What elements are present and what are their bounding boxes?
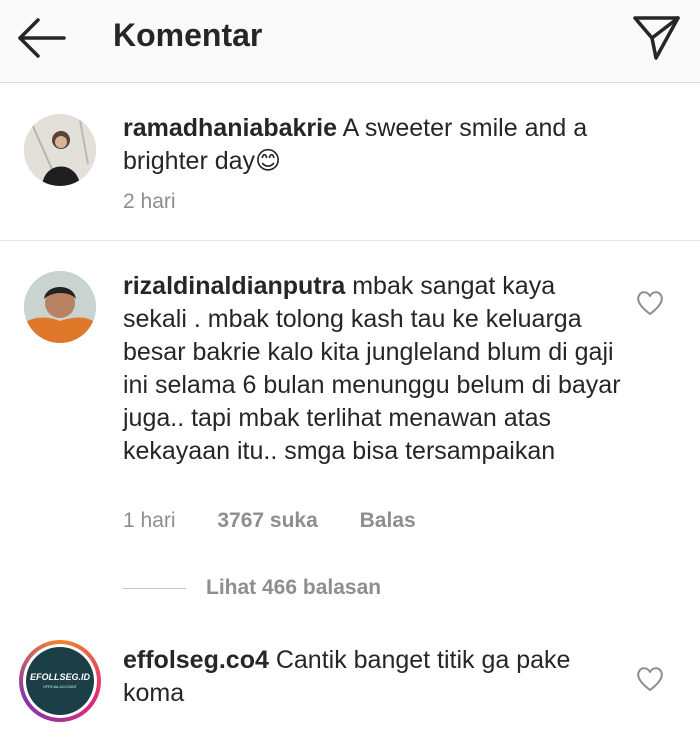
avatar-logo-subtext: OFFICIAL ACCOUNT [43, 685, 77, 689]
like-button[interactable] [636, 290, 664, 316]
heart-icon [637, 667, 663, 691]
share-button[interactable] [630, 12, 682, 62]
comment-body: mbak sangat kaya sekali . mbak tolong ka… [123, 272, 621, 465]
comment-meta: 1 hari 3767 suka Balas [123, 509, 452, 533]
comment-text: rizaldinaldianputra mbak sangat kaya sek… [123, 270, 623, 468]
avatar-photo [24, 271, 96, 343]
caption-meta: 2 hari [123, 190, 212, 214]
username[interactable]: rizaldinaldianputra [123, 272, 345, 300]
username[interactable]: effolseg.co4 [123, 646, 269, 674]
replies-line [122, 588, 186, 589]
avatar-logo-text: EFOLLSEG.ID [29, 672, 90, 682]
view-replies-link[interactable]: Lihat 466 balasan [206, 576, 381, 600]
avatar[interactable] [24, 114, 96, 186]
avatar: EFOLLSEG.ID OFFICIAL ACCOUNT [26, 647, 94, 715]
caption-text: ramadhaniabakrie A sweeter smile and a b… [123, 112, 623, 178]
avatar-photo [24, 114, 96, 186]
avatar-ring-gap: EFOLLSEG.ID OFFICIAL ACCOUNT [23, 644, 97, 718]
avatar-story-ring[interactable]: EFOLLSEG.ID OFFICIAL ACCOUNT [19, 640, 101, 722]
timestamp: 1 hari [123, 509, 176, 532]
comment-text: effolseg.co4 Cantik banget titik ga pake… [123, 644, 623, 710]
smile-emoji: 😊 [255, 147, 282, 175]
divider [0, 240, 700, 241]
like-button[interactable] [636, 666, 664, 692]
likes-count[interactable]: 3767 suka [217, 509, 317, 532]
username[interactable]: ramadhaniabakrie [123, 114, 337, 142]
back-button[interactable] [14, 16, 70, 60]
avatar[interactable] [24, 271, 96, 343]
top-bar: Komentar [0, 0, 700, 83]
page-title: Komentar [113, 17, 263, 53]
timestamp: 2 hari [123, 190, 176, 213]
arrow-left-icon [18, 18, 66, 58]
paper-plane-icon [633, 16, 680, 60]
reply-button[interactable]: Balas [360, 509, 416, 532]
heart-icon [637, 291, 663, 315]
